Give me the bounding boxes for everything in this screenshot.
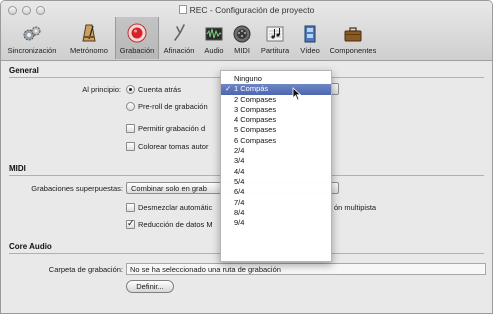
tab-label: Metrónomo — [70, 46, 108, 55]
tab-video[interactable]: Vídeo — [295, 17, 325, 59]
window-chrome: REC - Configuración de proyecto Sincroni… — [1, 1, 492, 61]
count-in-menu: Ninguno ✓ 1 Compás 2 Compases 3 Compases … — [220, 70, 332, 262]
menu-item-8-4[interactable]: 8/4 — [221, 208, 331, 218]
gears-icon — [23, 26, 41, 41]
color-takes-checkbox[interactable] — [126, 142, 135, 151]
tab-partitura[interactable]: Partitura — [255, 17, 295, 59]
tab-metronomo[interactable]: Metrónomo — [63, 17, 115, 59]
menu-item-6-compases[interactable]: 6 Compases — [221, 136, 331, 146]
tab-label: Audio — [204, 46, 224, 55]
midi-port-icon — [233, 25, 251, 43]
menu-item-label: 4 Compases — [234, 115, 277, 125]
tab-label: Partitura — [260, 46, 290, 55]
tab-label: Afinación — [163, 46, 195, 55]
menu-item-1-compas[interactable]: ✓ 1 Compás — [221, 84, 331, 95]
tab-midi[interactable]: MIDI — [229, 17, 255, 59]
tab-label: Grabación — [119, 46, 155, 55]
count-in-option-label: Cuenta atrás — [138, 85, 181, 94]
window-title: REC - Configuración de proyecto — [1, 5, 492, 15]
menu-item-4-4[interactable]: 4/4 — [221, 167, 331, 177]
briefcase-icon — [344, 27, 362, 42]
audio-waveform-icon — [205, 27, 223, 41]
demix-label: Desmezclar automátic — [138, 203, 213, 212]
menu-item-label: 7/4 — [234, 197, 245, 207]
menu-item-9-4[interactable]: 9/4 — [221, 218, 331, 228]
preroll-radio[interactable] — [126, 102, 135, 111]
tab-grabacion[interactable]: Grabación — [115, 17, 159, 59]
menu-item-3-compases[interactable]: 3 Compases — [221, 105, 331, 115]
menu-item-label: 5 Compases — [234, 125, 277, 135]
menu-item-label: 4/4 — [234, 166, 245, 176]
menu-item-label: 5/4 — [234, 176, 245, 186]
menu-item-label: 3/4 — [234, 156, 245, 166]
mouse-pointer-icon — [292, 87, 302, 101]
record-icon — [127, 23, 147, 43]
settings-toolbar: Sincronización Metrónomo Grabación Afina… — [1, 17, 381, 59]
menu-item-label: 2/4 — [234, 146, 245, 156]
start-label: Al principio: — [82, 85, 121, 94]
tab-sincronizacion[interactable]: Sincronización — [1, 17, 63, 59]
menu-item-2-4[interactable]: 2/4 — [221, 146, 331, 156]
allow-recording-label: Permitir grabación d — [138, 124, 206, 133]
color-takes-label: Colorear tomas autor — [138, 142, 209, 151]
tab-afinacion[interactable]: Afinación — [159, 17, 199, 59]
reduction-checkbox[interactable] — [126, 218, 135, 229]
project-settings-window: REC - Configuración de proyecto Sincroni… — [0, 0, 493, 314]
checkmark-icon: ✓ — [225, 84, 232, 94]
menu-item-2-compases[interactable]: 2 Compases — [221, 95, 331, 105]
demix-label-suffix: ón multipista — [334, 203, 377, 212]
tab-label: Componentes — [329, 46, 377, 55]
menu-item-7-4[interactable]: 7/4 — [221, 198, 331, 208]
video-film-icon — [304, 25, 316, 43]
menu-item-label: 3 Compases — [234, 104, 277, 114]
overlap-label: Grabaciones superpuestas: — [31, 184, 123, 193]
metronome-icon — [82, 24, 96, 42]
tab-label: Vídeo — [300, 46, 320, 55]
menu-item-label: 2 Compases — [234, 94, 277, 104]
tab-label: MIDI — [234, 46, 250, 55]
window-title-text: REC - Configuración de proyecto — [189, 5, 315, 15]
menu-item-label: 1 Compás — [234, 84, 269, 94]
menu-item-4-compases[interactable]: 4 Compases — [221, 115, 331, 125]
document-icon — [178, 5, 187, 14]
folder-path-field: No se ha seleccionado una ruta de grabac… — [126, 263, 486, 275]
menu-item-ninguno[interactable]: Ninguno — [221, 74, 331, 84]
menu-item-label: 9/4 — [234, 218, 245, 228]
demix-checkbox[interactable] — [126, 203, 135, 212]
tab-audio[interactable]: Audio — [199, 17, 229, 59]
menu-item-label: 8/4 — [234, 207, 245, 217]
define-button[interactable]: Definir... — [126, 280, 174, 293]
tuning-fork-icon — [174, 24, 185, 41]
reduction-label: Reducción de datos M — [138, 220, 213, 229]
count-in-radio[interactable] — [126, 85, 135, 94]
menu-item-6-4[interactable]: 6/4 — [221, 187, 331, 197]
tab-label: Sincronización — [7, 46, 57, 55]
allow-recording-checkbox[interactable] — [126, 124, 135, 133]
menu-item-5-4[interactable]: 5/4 — [221, 177, 331, 187]
tab-componentes[interactable]: Componentes — [325, 17, 381, 59]
menu-item-3-4[interactable]: 3/4 — [221, 156, 331, 166]
menu-item-label: 6 Compases — [234, 135, 277, 145]
score-notes-icon — [266, 26, 284, 42]
preroll-option-label: Pre-roll de grabación — [138, 102, 208, 111]
folder-label: Carpeta de grabación: — [48, 265, 123, 274]
menu-item-label: Ninguno — [234, 74, 262, 83]
menu-item-label: 6/4 — [234, 187, 245, 197]
menu-item-5-compases[interactable]: 5 Compases — [221, 125, 331, 135]
